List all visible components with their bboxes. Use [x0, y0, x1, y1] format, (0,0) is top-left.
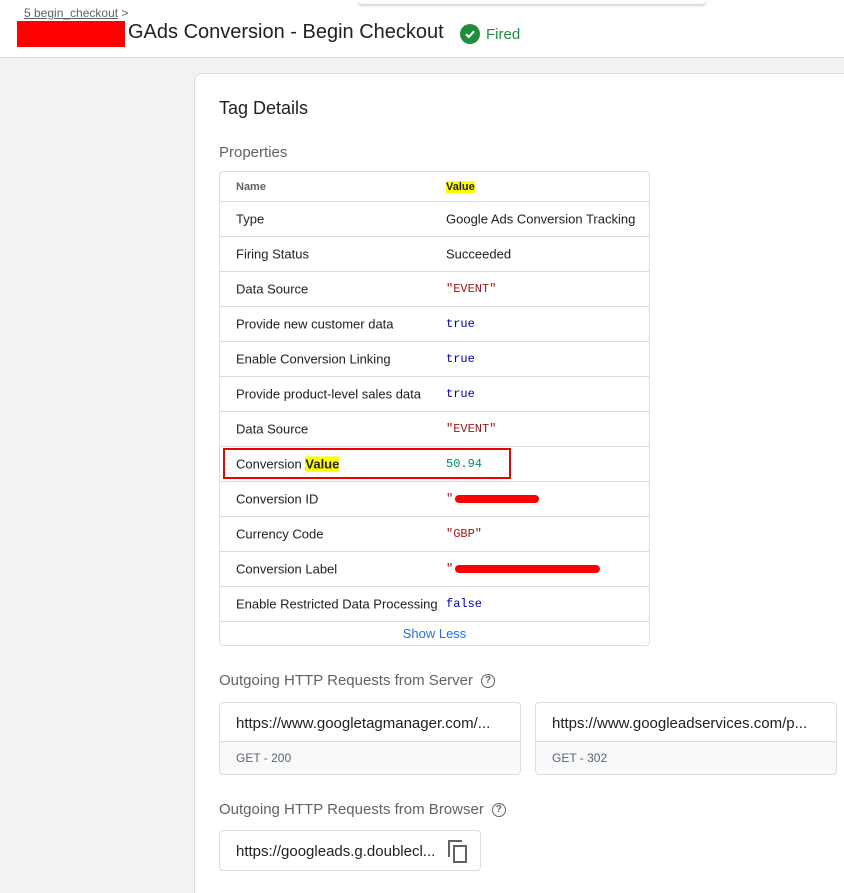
server-requests-label: Outgoing HTTP Requests from Server ?	[219, 672, 495, 689]
table-row: Provide new customer data true	[220, 307, 649, 342]
request-status: GET - 302	[536, 742, 836, 774]
breadcrumb-event[interactable]: 5 begin_checkout	[24, 6, 118, 20]
request-url: https://www.googletagmanager.com/...	[236, 715, 491, 732]
card-title: Tag Details	[219, 98, 309, 118]
show-less-link[interactable]: Show Less	[220, 622, 649, 645]
check-circle-icon	[460, 24, 480, 44]
status-label: Fired	[486, 25, 521, 43]
tag-details-card: Tag Details Properties Name Value Type G…	[194, 73, 844, 893]
server-request-card[interactable]: https://www.googleadservices.com/p... GE…	[535, 702, 837, 775]
browser-requests-label: Outgoing HTTP Requests from Browser ?	[219, 801, 506, 818]
help-icon[interactable]: ?	[491, 802, 506, 817]
server-request-card[interactable]: https://www.googletagmanager.com/... GET…	[219, 702, 521, 775]
table-row: Type Google Ads Conversion Tracking	[220, 202, 649, 237]
status-badge: Fired	[460, 24, 520, 44]
table-row: Data Source "EVENT"	[220, 412, 649, 447]
request-url: https://googleads.g.doublecl...	[236, 843, 436, 860]
table-row: Conversion Label "	[220, 552, 649, 587]
request-url: https://www.googleadservices.com/p...	[552, 715, 808, 732]
table-row: Data Source "EVENT"	[220, 272, 649, 307]
properties-label: Properties	[219, 144, 288, 161]
column-header-value: Value	[446, 180, 475, 193]
top-popup-edge	[358, 0, 706, 4]
header-bar: 5 begin_checkout > GAds Conversion - Beg…	[0, 0, 844, 58]
table-row: Conversion ID "	[220, 482, 649, 517]
redacted-block	[455, 494, 540, 503]
properties-table: Name Value Type Google Ads Conversion Tr…	[219, 171, 650, 646]
table-row: Firing Status Succeeded	[220, 237, 649, 272]
help-icon[interactable]: ?	[481, 673, 495, 688]
table-row: Enable Restricted Data Processing false	[220, 587, 649, 622]
browser-request-card[interactable]: https://googleads.g.doublecl...	[219, 830, 481, 871]
redacted-block	[455, 564, 601, 573]
table-row-conversion-value: Conversion Value 50.94	[220, 447, 649, 482]
page-title: GAds Conversion - Begin Checkout	[128, 21, 444, 43]
breadcrumb[interactable]: 5 begin_checkout >	[24, 6, 128, 20]
table-header: Name Value	[220, 172, 649, 202]
request-status: GET - 200	[220, 742, 520, 774]
breadcrumb-separator: >	[121, 6, 129, 20]
column-header-name: Name	[236, 180, 266, 193]
table-row: Enable Conversion Linking true	[220, 342, 649, 377]
table-row: Provide product-level sales data true	[220, 377, 649, 412]
table-row: Currency Code "GBP"	[220, 517, 649, 552]
copy-icon[interactable]	[448, 840, 470, 864]
redacted-block	[17, 21, 125, 47]
